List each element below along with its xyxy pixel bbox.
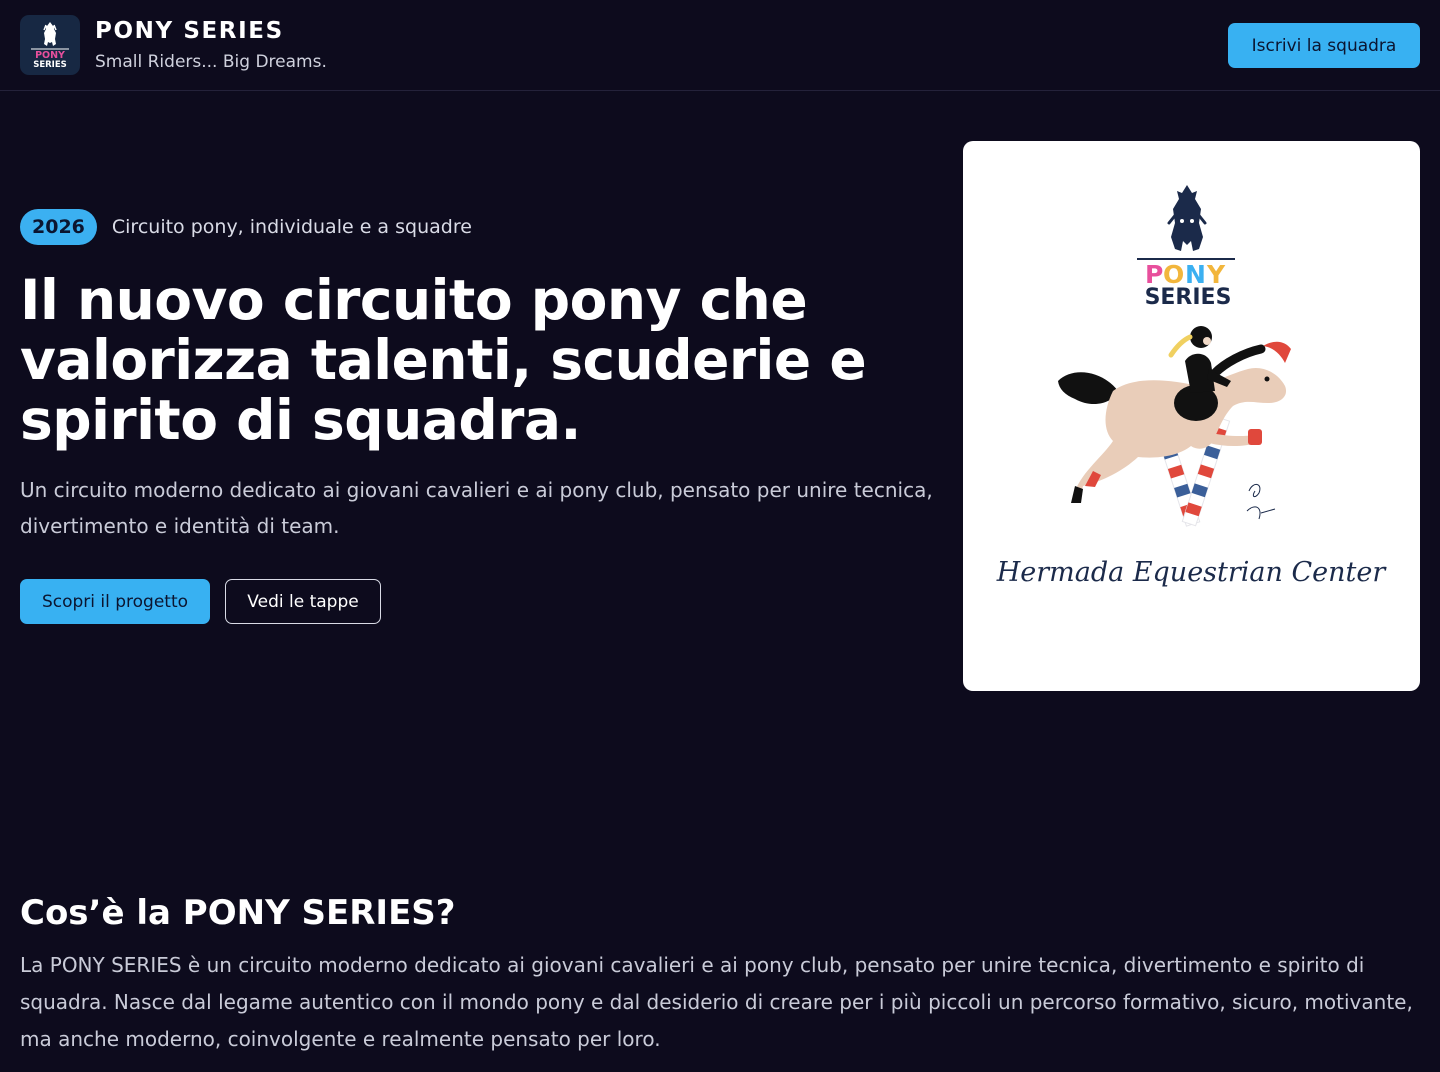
brand-title: PONY SERIES: [95, 18, 284, 44]
pony-series-poster: P O N Y SERIES Hermada Equestrian Center: [996, 185, 1388, 588]
artist-signature-icon: [1246, 484, 1276, 520]
horse-head-icon: [1167, 185, 1207, 251]
hero-subtitle: Un circuito moderno dedicato ai giovani …: [20, 478, 933, 538]
site-header: PONY SERIES PONY SERIES Small Riders... …: [0, 0, 1440, 91]
year-badge: 2026: [20, 209, 97, 245]
poster-series-text: SERIES: [1145, 285, 1232, 310]
logo-series-text: SERIES: [33, 60, 67, 70]
hero-badge-row: 2026 Circuito pony, individuale e a squa…: [20, 209, 472, 245]
brand-tagline: Small Riders... Big Dreams.: [95, 52, 327, 72]
about-text: La PONY SERIES è un circuito moderno ded…: [20, 953, 1413, 1051]
join-team-button[interactable]: Iscrivi la squadra: [1228, 23, 1420, 68]
circuit-type-text: Circuito pony, individuale e a squadre: [111, 216, 472, 238]
brand-logo[interactable]: PONY SERIES: [20, 15, 80, 75]
about-title: Cos’è la PONY SERIES?: [20, 893, 456, 933]
discover-project-button[interactable]: Scopri il progetto: [20, 579, 210, 624]
hero-image-card: P O N Y SERIES Hermada Equestrian Center: [963, 141, 1420, 691]
hero-title: Il nuovo circuito pony che valorizza tal…: [20, 268, 867, 452]
view-stages-button[interactable]: Vedi le tappe: [225, 579, 381, 624]
hermada-signature: Hermada Equestrian Center: [996, 557, 1388, 588]
pony-logo-icon: PONY SERIES: [31, 22, 69, 70]
